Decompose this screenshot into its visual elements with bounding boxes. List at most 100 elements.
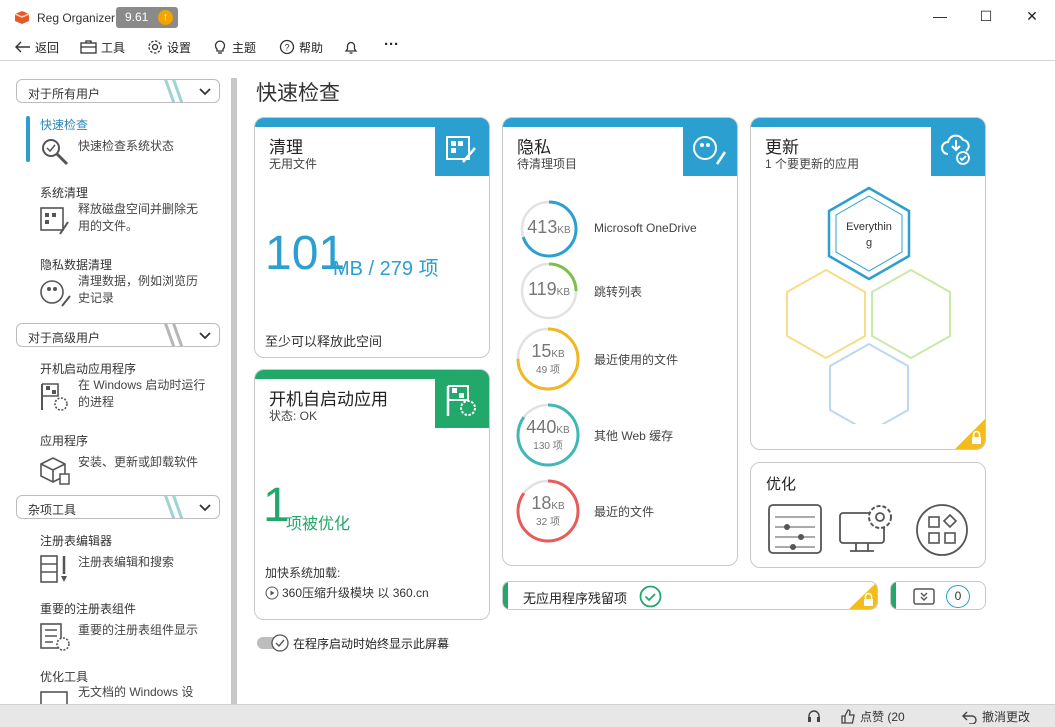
toggle-label: 在程序启动时始终显示此屏幕 (293, 636, 450, 651)
status-bar: 点赞 (20 撤消更改 (0, 704, 1055, 727)
startup-flag-icon (446, 385, 476, 416)
registry-editor-icon (40, 555, 67, 583)
lightbulb-icon (214, 40, 226, 54)
cloud-download-icon (941, 134, 970, 165)
startup-count-label: 项被优化 (286, 516, 351, 533)
stripes-decoration-icon (164, 324, 184, 346)
privacy-item[interactable]: 413KB Microsoft OneDrive (519, 199, 737, 265)
leftovers-label: 无应用程序残留项 (523, 591, 628, 606)
minimize-button[interactable]: — (930, 8, 950, 26)
cleanup-card[interactable]: 清理 无用文件 101 MB / 279 项 至少可以释放此空间 (254, 117, 490, 358)
page-title: 快速检查 (256, 82, 340, 105)
cleanup-size-unit: MB / 279 项 (333, 258, 439, 280)
privacy-item[interactable]: 440KB 130 项 其他 Web 缓存 (515, 402, 735, 468)
optimize-computer-gear-icon[interactable] (838, 501, 898, 557)
themes-button[interactable]: 主题 (212, 38, 256, 56)
title-bar: Reg Organizer 9.61 ↑ — ☐ ✕ (0, 0, 1055, 34)
startup-footer-title: 加快系统加载: (265, 566, 341, 580)
optimize-title: 优化 (766, 476, 797, 493)
privacy-item-label: 最近的文件 (594, 505, 655, 519)
version-badge[interactable]: 9.61 ↑ (116, 7, 178, 28)
show-on-startup-toggle[interactable]: 在程序启动时始终显示此屏幕 (256, 634, 449, 652)
privacy-item-count: 49 项 (536, 365, 560, 376)
toolbar: 返回 工具 设置 主题 ? 帮助 ··· (0, 34, 1055, 60)
stripes-decoration-icon (164, 80, 184, 102)
bell-icon (344, 41, 358, 54)
help-button[interactable]: ? 帮助 (279, 38, 323, 56)
privacy-item[interactable]: 18KB 32 项 最近的文件 (515, 478, 735, 544)
privacy-item-count: 130 项 (533, 441, 563, 452)
app-title: Reg Organizer (37, 11, 116, 25)
back-button[interactable]: 返回 (15, 38, 59, 56)
group-advanced-users[interactable]: 对于高级用户 (16, 323, 220, 347)
stripes-decoration-icon (164, 496, 184, 518)
updates-subtitle: 1 个要更新的应用 (765, 157, 860, 171)
undo-changes-button[interactable]: 撤消更改 (962, 708, 1030, 725)
thumbs-up-icon (841, 709, 855, 724)
privacy-item-label: Microsoft OneDrive (594, 221, 697, 235)
play-circle-icon (265, 586, 279, 599)
lock-corner-icon (849, 582, 877, 609)
reg-organizer-logo-icon (14, 11, 30, 24)
cleanup-footer: 至少可以释放此空间 (265, 334, 383, 349)
privacy-card[interactable]: 隐私 待清理项目 413KB Microsoft OneDrive 119KB 跳转列… (502, 117, 738, 566)
updates-card[interactable]: 更新 1 个要更新的应用 Everything (750, 117, 986, 450)
settings-button[interactable]: 设置 (147, 38, 191, 56)
disk-cleanup-icon (40, 207, 69, 235)
privacy-item-count: 32 项 (536, 517, 560, 528)
toggle-switch[interactable] (256, 634, 290, 652)
arrow-up-icon[interactable]: ↑ (158, 10, 173, 25)
toolbar-divider (0, 60, 1055, 61)
active-indicator (26, 116, 30, 162)
privacy-item-size: 18KB (531, 493, 565, 513)
chevron-down-icon (199, 332, 211, 340)
privacy-subtitle: 待清理项目 (517, 157, 578, 171)
startup-footer-link[interactable]: 360压缩升级模块 以 360.cn (265, 584, 429, 601)
maximize-button[interactable]: ☐ (976, 8, 996, 26)
group-all-users[interactable]: 对于所有用户 (16, 79, 220, 103)
chevron-down-icon (199, 504, 211, 512)
leftovers-bar[interactable]: 无应用程序残留项 (502, 581, 878, 610)
chip-download-icon (913, 588, 935, 605)
check-circle-icon (639, 585, 662, 608)
privacy-item[interactable]: 15KB 49 项 最近使用的文件 (515, 326, 735, 392)
privacy-item-label: 最近使用的文件 (594, 353, 679, 367)
gear-icon (148, 40, 162, 54)
update-app-name[interactable]: Everything (844, 219, 894, 251)
toolbox-icon (80, 40, 97, 54)
optimize-apps-grid-icon[interactable] (915, 503, 969, 557)
registry-components-icon (40, 623, 70, 651)
privacy-item-label: 其他 Web 缓存 (594, 429, 674, 443)
sidebar-scrollbar[interactable] (231, 78, 237, 704)
software-box-icon (40, 457, 70, 485)
lock-corner-icon (955, 419, 985, 449)
privacy-item-size: 119KB (527, 279, 571, 299)
counter-value: 0 (946, 585, 970, 608)
chevron-down-icon (199, 88, 211, 96)
arrow-left-icon (15, 41, 30, 53)
privacy-item-size: 15KB (531, 341, 565, 361)
more-button[interactable]: ··· (384, 35, 399, 53)
privacy-item-size: 440KB (526, 417, 570, 437)
like-button[interactable]: 点赞 (20 (840, 708, 905, 725)
privacy-item[interactable]: 119KB 跳转列表 (519, 261, 737, 327)
group-misc-tools[interactable]: 杂项工具 (16, 495, 220, 519)
counter-bar[interactable]: 0 (890, 581, 986, 610)
notifications-button[interactable] (343, 38, 363, 56)
cleanup-subtitle: 无用文件 (269, 157, 318, 171)
startup-flag-icon (41, 383, 68, 411)
cleanup-icon (446, 136, 476, 163)
help-circle-icon: ? (279, 39, 295, 55)
svg-text:?: ? (284, 43, 289, 53)
close-button[interactable]: ✕ (1022, 8, 1042, 26)
privacy-item-label: 跳转列表 (594, 285, 643, 299)
optimize-card[interactable]: 优化 (750, 462, 986, 568)
headset-icon[interactable] (806, 708, 822, 724)
tools-button[interactable]: 工具 (80, 38, 125, 56)
privacy-broom-icon (693, 136, 727, 165)
version-number: 9.61 (125, 10, 149, 24)
privacy-broom-icon (40, 280, 71, 307)
optimize-settings-panel-icon[interactable] (767, 503, 823, 555)
undo-icon (962, 711, 977, 724)
startup-card[interactable]: 开机自启动应用 状态: OK 1 项被优化 加快系统加载: 360压缩升级模块 … (254, 369, 490, 620)
